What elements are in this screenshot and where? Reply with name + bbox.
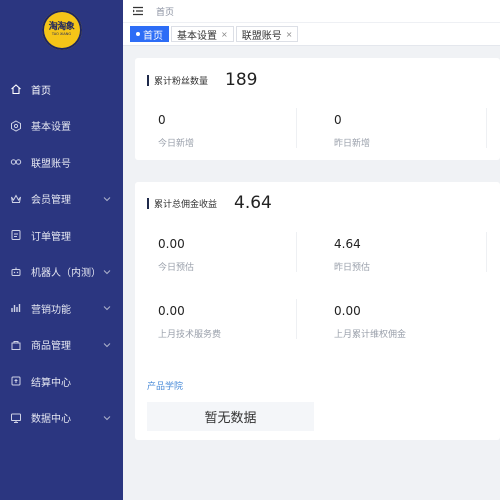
sidebar-item-robot[interactable]: 机器人（内测） [0, 254, 123, 291]
close-icon[interactable]: × [221, 30, 228, 39]
main-content: 累计粉丝数量 189 0 今日新增 0 昨日新增 累计总佣金收益 4.64 0.… [123, 46, 500, 500]
commission-title: 累计总佣金收益 [154, 199, 218, 210]
robot-icon [10, 266, 22, 278]
sidebar-item-label: 首页 [31, 85, 51, 97]
sidebar-item-orders[interactable]: 订单管理 [0, 217, 123, 254]
academy-title[interactable]: 产品学院 [147, 379, 183, 392]
stat-last-month-rights-commission: 0.00 上月累计维权佣金 [334, 304, 406, 340]
sidebar-item-label: 会员管理 [31, 195, 71, 207]
tab-alliance-account[interactable]: 联盟账号 × [235, 26, 299, 42]
tab-label: 基本设置 [177, 30, 217, 42]
divider [486, 108, 487, 148]
title-accent-bar [147, 74, 149, 86]
stat-today-new: 0 今日新增 [158, 113, 194, 149]
stat-value: 4.64 [334, 237, 361, 251]
brand-logo[interactable]: 淘淘象 TAO XIANG [41, 10, 82, 50]
commission-total: 4.64 [234, 193, 272, 213]
settle-icon [10, 375, 22, 387]
breadcrumb[interactable]: 首页 [156, 5, 174, 18]
stat-label: 昨日预估 [334, 263, 371, 273]
chevron-down-icon [103, 306, 111, 311]
commission-card-header: 累计总佣金收益 4.64 [147, 193, 272, 213]
stat-last-month-service-fee: 0.00 上月技术服务费 [158, 304, 221, 340]
sidebar-item-label: 数据中心 [31, 414, 71, 426]
stat-label: 昨日新增 [334, 139, 371, 149]
order-icon [10, 229, 22, 241]
sidebar-item-label: 营销功能 [31, 304, 71, 316]
tab-home[interactable]: 首页 [130, 26, 169, 42]
chevron-down-icon [103, 415, 111, 420]
sidebar-item-label: 联盟账号 [31, 158, 71, 170]
sidebar-item-label: 结算中心 [31, 377, 71, 389]
logo-text: 淘淘象 [48, 22, 75, 33]
sidebar-item-label: 基本设置 [31, 122, 71, 134]
divider [486, 232, 487, 272]
stat-label: 今日预估 [158, 263, 195, 273]
crown-icon [10, 193, 22, 205]
stat-value: 0.00 [158, 304, 185, 318]
close-icon[interactable]: × [286, 30, 293, 39]
hamburger-icon[interactable] [132, 6, 144, 16]
chevron-down-icon [103, 196, 111, 201]
stat-value: 0 [158, 113, 166, 127]
fans-total: 189 [225, 70, 258, 90]
stat-yesterday-new: 0 昨日新增 [334, 113, 370, 149]
sidebar-item-alliance-account[interactable]: 联盟账号 [0, 144, 123, 181]
stat-label: 上月累计维权佣金 [334, 330, 407, 340]
top-bar: 首页 [123, 0, 500, 22]
chevron-down-icon [103, 342, 111, 347]
chevron-down-icon [103, 269, 111, 274]
monitor-icon [10, 412, 22, 424]
stat-value: 0 [334, 113, 342, 127]
stat-label: 上月技术服务费 [158, 330, 222, 340]
stat-yesterday-estimate: 4.64 昨日预估 [334, 237, 370, 273]
stat-value: 0.00 [334, 304, 361, 318]
sidebar-item-home[interactable]: 首页 [0, 71, 123, 108]
goods-icon [10, 339, 22, 351]
tab-label: 首页 [143, 30, 163, 42]
sidebar-item-label: 机器人（内测） [31, 268, 101, 280]
fans-card: 累计粉丝数量 189 0 今日新增 0 昨日新增 [135, 58, 500, 160]
sidebar-menu: 首页 基本设置 联盟账号 会员管理 订单管理 机器人（内测） 营销功能 商品管理… [0, 71, 123, 436]
tab-label: 联盟账号 [241, 30, 282, 42]
divider [296, 299, 297, 339]
link-icon [10, 156, 22, 168]
tab-basic-settings[interactable]: 基本设置 × [171, 26, 234, 42]
sidebar: 淘淘象 TAO XIANG 首页 基本设置 联盟账号 会员管理 订单管理 机器人… [0, 0, 123, 500]
stat-label: 今日新增 [158, 139, 195, 149]
home-icon [10, 83, 22, 95]
sidebar-item-settings[interactable]: 基本设置 [0, 108, 123, 145]
sidebar-item-label: 商品管理 [31, 341, 71, 353]
stat-value: 0.00 [158, 237, 185, 251]
fans-title: 累计粉丝数量 [154, 76, 209, 87]
sidebar-item-settlement[interactable]: 结算中心 [0, 363, 123, 400]
stat-today-estimate: 0.00 今日预估 [158, 237, 194, 273]
fans-card-header: 累计粉丝数量 189 [147, 70, 257, 90]
divider [296, 108, 297, 148]
chart-icon [10, 302, 22, 314]
sidebar-item-label: 订单管理 [31, 231, 71, 243]
sidebar-item-marketing[interactable]: 营销功能 [0, 290, 123, 327]
divider [296, 232, 297, 272]
empty-state: 暂无数据 [147, 402, 314, 431]
settings-icon [10, 120, 22, 132]
sidebar-item-member[interactable]: 会员管理 [0, 181, 123, 218]
academy-card: 产品学院 暂无数据 [135, 372, 500, 440]
logo-subtext: TAO XIANG [51, 32, 72, 37]
sidebar-item-data-center[interactable]: 数据中心 [0, 400, 123, 437]
title-accent-bar [147, 197, 149, 209]
logo-area: 淘淘象 TAO XIANG [0, 0, 123, 60]
sidebar-item-goods[interactable]: 商品管理 [0, 327, 123, 364]
tab-bar: 首页 基本设置 × 联盟账号 × [123, 22, 500, 46]
active-dot-icon [136, 32, 140, 36]
